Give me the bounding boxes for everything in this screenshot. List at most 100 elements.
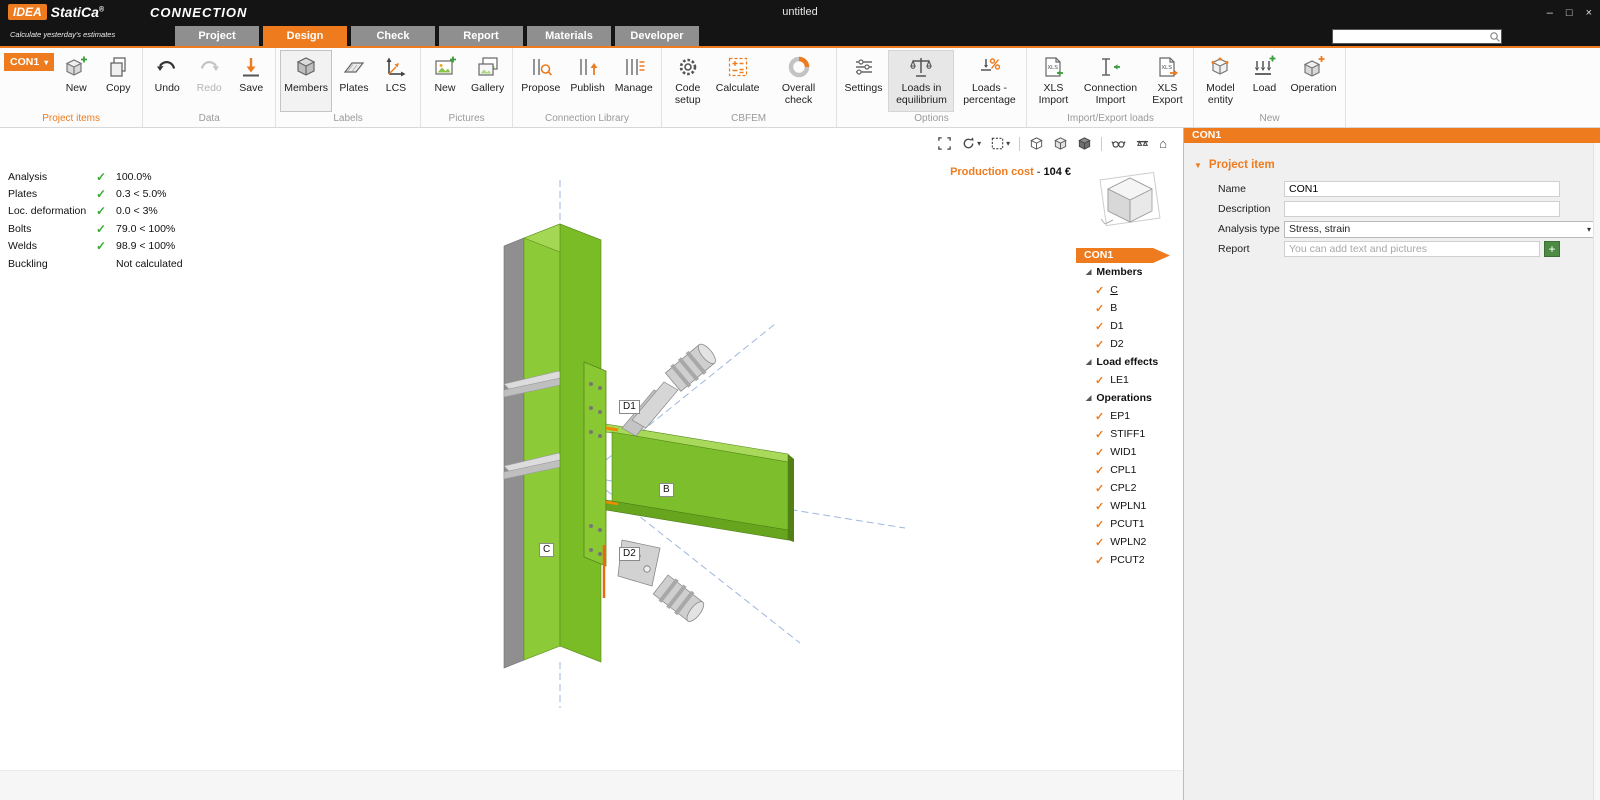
tree-item-d1[interactable]: ✓D1 (1076, 317, 1180, 335)
check-icon: ✓ (1095, 482, 1104, 495)
member-label-d1[interactable]: D1 (619, 400, 640, 414)
redo-button[interactable]: Redo (189, 50, 229, 112)
new-item-icon (63, 54, 89, 80)
tab-report[interactable]: Report (439, 26, 523, 46)
ribbon-group-data: Undo Redo Save Data (143, 48, 276, 127)
tab-check[interactable]: Check (351, 26, 435, 46)
tab-design[interactable]: Design (263, 26, 347, 46)
tree-item-pcut1[interactable]: ✓PCUT1 (1076, 515, 1180, 533)
viewport-3d[interactable]: D1 B C D2 Analysis✓100.0% Plates✓0.3 < 5… (0, 128, 1183, 800)
view-wireframe-icon[interactable] (1029, 136, 1044, 151)
tree-item-le1[interactable]: ✓LE1 (1076, 371, 1180, 389)
orbit-icon[interactable]: ▾ (961, 136, 981, 151)
member-label-b[interactable]: B (659, 483, 674, 497)
code-setup-button[interactable]: Code setup (666, 50, 710, 112)
project-item-section[interactable]: ▼ Project item (1194, 159, 1600, 171)
analysis-type-label: Analysis type (1218, 223, 1284, 235)
search-box[interactable] (1332, 29, 1502, 44)
description-field[interactable] (1284, 201, 1560, 217)
home-view-icon[interactable]: ⌂ (1159, 137, 1167, 151)
active-item-dropdown[interactable]: CON1 ▾ (4, 53, 54, 71)
tree-item-pcut2[interactable]: ✓PCUT2 (1076, 551, 1180, 569)
group-label-cbfem: CBFEM (666, 112, 832, 127)
close-icon[interactable]: × (1586, 7, 1592, 19)
report-field[interactable] (1284, 241, 1540, 257)
tree-item-wpln2[interactable]: ✓WPLN2 (1076, 533, 1180, 551)
check-icon: ✓ (1095, 518, 1104, 531)
xls-export-button[interactable]: XLS XLS Export (1145, 50, 1189, 112)
tree-expander-icon: ◢ (1086, 268, 1091, 276)
tree-section-members[interactable]: ◢Members (1076, 263, 1180, 281)
xls-export-icon: XLS (1154, 54, 1180, 80)
model-entity-button[interactable]: Model entity (1198, 50, 1242, 112)
calculate-button[interactable]: Calculate (712, 50, 764, 112)
redo-icon (196, 54, 222, 80)
tree-item-c[interactable]: ✓C (1076, 281, 1180, 299)
navigation-cube[interactable] (1095, 170, 1165, 232)
tree-header-con1[interactable]: CON1 (1076, 248, 1170, 263)
tree-item-ep1[interactable]: ✓EP1 (1076, 407, 1180, 425)
fit-view-icon[interactable] (937, 136, 952, 151)
tree-item-cpl2[interactable]: ✓CPL2 (1076, 479, 1180, 497)
lcs-label-toggle[interactable]: LCS (376, 50, 416, 112)
group-label-data: Data (147, 112, 271, 127)
propose-button[interactable]: Propose (517, 50, 564, 112)
connection-import-button[interactable]: Connection Import (1077, 50, 1143, 112)
tab-materials[interactable]: Materials (527, 26, 611, 46)
ribbon-group-connection-library: Propose Publish Manage Connection Librar… (513, 48, 662, 127)
plates-label-toggle[interactable]: Plates (334, 50, 374, 112)
tree-item-wid1[interactable]: ✓WID1 (1076, 443, 1180, 461)
maximize-icon[interactable]: □ (1566, 7, 1573, 19)
name-field[interactable] (1284, 181, 1560, 197)
add-report-button[interactable]: + (1544, 241, 1560, 257)
properties-panel: CON1 ▼ Project item Name Description Ana… (1183, 128, 1600, 800)
tree-item-d2[interactable]: ✓D2 (1076, 335, 1180, 353)
load-button[interactable]: Load (1244, 50, 1284, 112)
settings-button[interactable]: Settings (841, 50, 887, 112)
tree-item-stiff1[interactable]: ✓STIFF1 (1076, 425, 1180, 443)
connection-import-icon (1097, 54, 1123, 80)
tree-item-cpl1[interactable]: ✓CPL1 (1076, 461, 1180, 479)
titlebar: IDEA StatiCa® CONNECTION untitled – □ × (0, 0, 1600, 26)
description-label: Description (1218, 203, 1284, 215)
manage-button[interactable]: Manage (611, 50, 657, 112)
loads-percentage-toggle[interactable]: Loads - percentage (956, 50, 1022, 112)
tree-item-wpln1[interactable]: ✓WPLN1 (1076, 497, 1180, 515)
operation-button[interactable]: Operation (1286, 50, 1340, 112)
new-picture-button[interactable]: New (425, 50, 465, 112)
check-icon: ✓ (1095, 320, 1104, 333)
member-label-c[interactable]: C (539, 543, 554, 557)
search-input[interactable] (1333, 31, 1489, 43)
analysis-type-dropdown[interactable]: Stress, strain ▾ (1284, 221, 1596, 238)
tab-developer[interactable]: Developer (615, 26, 699, 46)
project-tree: CON1 ◢Members ✓C ✓B ✓D1 ✓D2 ◢Load effect… (1076, 248, 1180, 569)
gallery-button[interactable]: Gallery (467, 50, 508, 112)
view-solid-icon[interactable] (1077, 136, 1092, 151)
plates-icon (341, 54, 367, 80)
member-label-d2[interactable]: D2 (619, 547, 640, 561)
new-project-item-button[interactable]: New (56, 50, 96, 112)
ribbon-group-labels: Members Plates LCS Labels (276, 48, 421, 127)
view-shaded-icon[interactable] (1053, 136, 1068, 151)
tree-section-load-effects[interactable]: ◢Load effects (1076, 353, 1180, 371)
tree-item-b[interactable]: ✓B (1076, 299, 1180, 317)
tab-project[interactable]: Project (175, 26, 259, 46)
members-label-toggle[interactable]: Members (280, 50, 332, 112)
supports-icon[interactable] (1135, 136, 1150, 151)
panel-scrollbar[interactable] (1593, 143, 1600, 800)
publish-button[interactable]: Publish (566, 50, 608, 112)
minimize-icon[interactable]: – (1547, 7, 1553, 19)
xls-import-button[interactable]: XLS XLS Import (1031, 50, 1075, 112)
members-icon (293, 54, 319, 80)
undo-button[interactable]: Undo (147, 50, 187, 112)
copy-project-item-button[interactable]: Copy (98, 50, 138, 112)
loads-in-equilibrium-toggle[interactable]: Loads in equilibrium (888, 50, 954, 112)
transparency-icon[interactable] (1111, 136, 1126, 151)
check-icon: ✓ (1095, 554, 1104, 567)
save-button[interactable]: Save (231, 50, 271, 112)
status-row-buckling: BucklingNot calculated (8, 255, 183, 272)
active-item-label: CON1 (10, 56, 39, 68)
tree-section-operations[interactable]: ◢Operations (1076, 389, 1180, 407)
overall-check-button[interactable]: Overall check (766, 50, 832, 112)
selection-mode-icon[interactable]: ▾ (990, 136, 1010, 151)
